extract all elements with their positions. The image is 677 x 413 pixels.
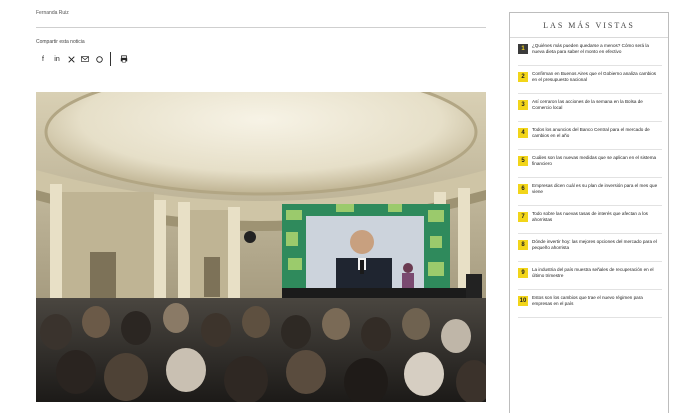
- most-viewed-headline[interactable]: Todos los anuncios del Banco Central par…: [532, 127, 662, 139]
- share-label: Compartir esta noticia: [36, 39, 85, 45]
- most-viewed-headline[interactable]: La industria del país muestra señales de…: [532, 267, 662, 279]
- rank-badge: 9: [518, 268, 528, 278]
- print-icon[interactable]: [117, 52, 131, 66]
- rank-badge: 4: [518, 128, 528, 138]
- facebook-icon[interactable]: f: [36, 52, 50, 66]
- sidebar-title: LAS MÁS VISTAS: [510, 13, 668, 38]
- article-photo: [36, 92, 486, 402]
- most-viewed-item[interactable]: 7 Todo sobre las nuevas tasas de interés …: [518, 206, 662, 234]
- rank-badge: 6: [518, 184, 528, 194]
- rank-badge: 7: [518, 212, 528, 222]
- most-viewed-headline[interactable]: Cuáles son las nuevas medidas que se apl…: [532, 155, 662, 167]
- most-viewed-headline[interactable]: Así cerraron las acciones de la semana e…: [532, 99, 662, 111]
- mail-icon[interactable]: [78, 52, 92, 66]
- article-byline: Fernanda Ruiz: [36, 10, 69, 16]
- most-viewed-item[interactable]: 3 Así cerraron las acciones de la semana …: [518, 94, 662, 122]
- linkedin-icon[interactable]: in: [50, 52, 64, 66]
- rank-badge: 5: [518, 156, 528, 166]
- most-viewed-item[interactable]: 10 Estos son los cambios que trae el nuev…: [518, 290, 662, 318]
- share-bar: f in: [36, 52, 131, 66]
- most-viewed-headline[interactable]: Dónde invertir hoy: las mejores opciones…: [532, 239, 662, 251]
- most-viewed-headline[interactable]: ¿Quiénes más pueden quedarse a menos? Có…: [532, 43, 662, 55]
- most-viewed-item[interactable]: 6 Empresas dicen cuál es su plan de inver…: [518, 178, 662, 206]
- share-separator: [110, 52, 111, 66]
- most-viewed-list: 1 ¿Quiénes más pueden quedarse a menos? C…: [510, 38, 668, 318]
- most-viewed-sidebar: LAS MÁS VISTAS 1 ¿Quiénes más pueden qued…: [509, 12, 669, 413]
- twitter-icon[interactable]: [64, 52, 78, 66]
- divider: [36, 27, 486, 28]
- most-viewed-item[interactable]: 1 ¿Quiénes más pueden quedarse a menos? C…: [518, 38, 662, 66]
- most-viewed-item[interactable]: 2 Confirman en Buenos Aires que el Gobier…: [518, 66, 662, 94]
- most-viewed-item[interactable]: 8 Dónde invertir hoy: las mejores opcione…: [518, 234, 662, 262]
- most-viewed-headline[interactable]: Estos son los cambios que trae el nuevo …: [532, 295, 662, 307]
- most-viewed-headline[interactable]: Todo sobre las nuevas tasas de interés q…: [532, 211, 662, 223]
- most-viewed-headline[interactable]: Empresas dicen cuál es su plan de invers…: [532, 183, 662, 195]
- most-viewed-item[interactable]: 9 La industria del país muestra señales d…: [518, 262, 662, 290]
- whatsapp-icon[interactable]: [92, 52, 106, 66]
- rank-badge: 8: [518, 240, 528, 250]
- rank-badge: 1: [518, 44, 528, 54]
- most-viewed-headline[interactable]: Confirman en Buenos Aires que el Gobiern…: [532, 71, 662, 83]
- most-viewed-item[interactable]: 5 Cuáles son las nuevas medidas que se ap…: [518, 150, 662, 178]
- rank-badge: 2: [518, 72, 528, 82]
- rank-badge: 10: [518, 296, 528, 306]
- rank-badge: 3: [518, 100, 528, 110]
- most-viewed-item[interactable]: 4 Todos los anuncios del Banco Central pa…: [518, 122, 662, 150]
